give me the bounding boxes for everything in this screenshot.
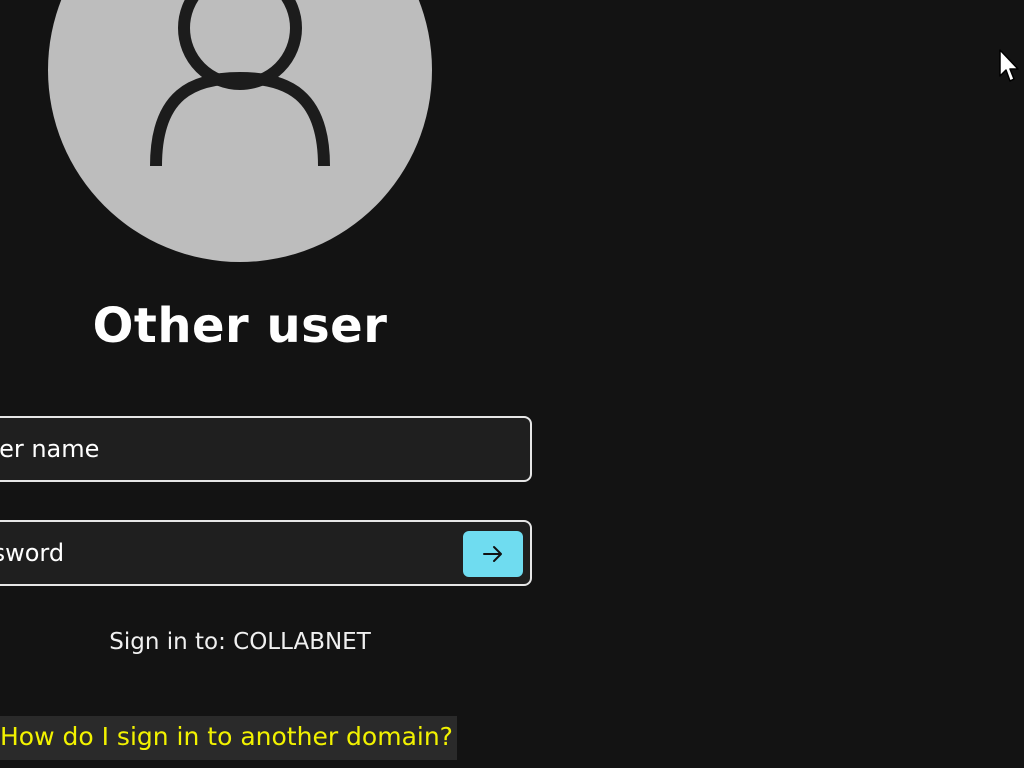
- password-field[interactable]: [0, 520, 532, 586]
- user-silhouette-icon: [150, 0, 330, 167]
- username-input[interactable]: [0, 418, 530, 480]
- submit-button[interactable]: [463, 531, 523, 577]
- sign-in-domain-label: Sign in to: COLLABNET: [109, 629, 371, 655]
- user-avatar: [48, 0, 432, 262]
- login-screen: Other user Sign in to: COLLABNET How do …: [0, 0, 1024, 768]
- another-domain-help-link[interactable]: How do I sign in to another domain?: [0, 716, 457, 760]
- username-field[interactable]: [0, 416, 532, 482]
- mouse-cursor-icon: [999, 49, 1019, 82]
- user-display-name: Other user: [92, 298, 388, 354]
- arrow-right-icon: [483, 546, 502, 562]
- password-input[interactable]: [0, 522, 530, 584]
